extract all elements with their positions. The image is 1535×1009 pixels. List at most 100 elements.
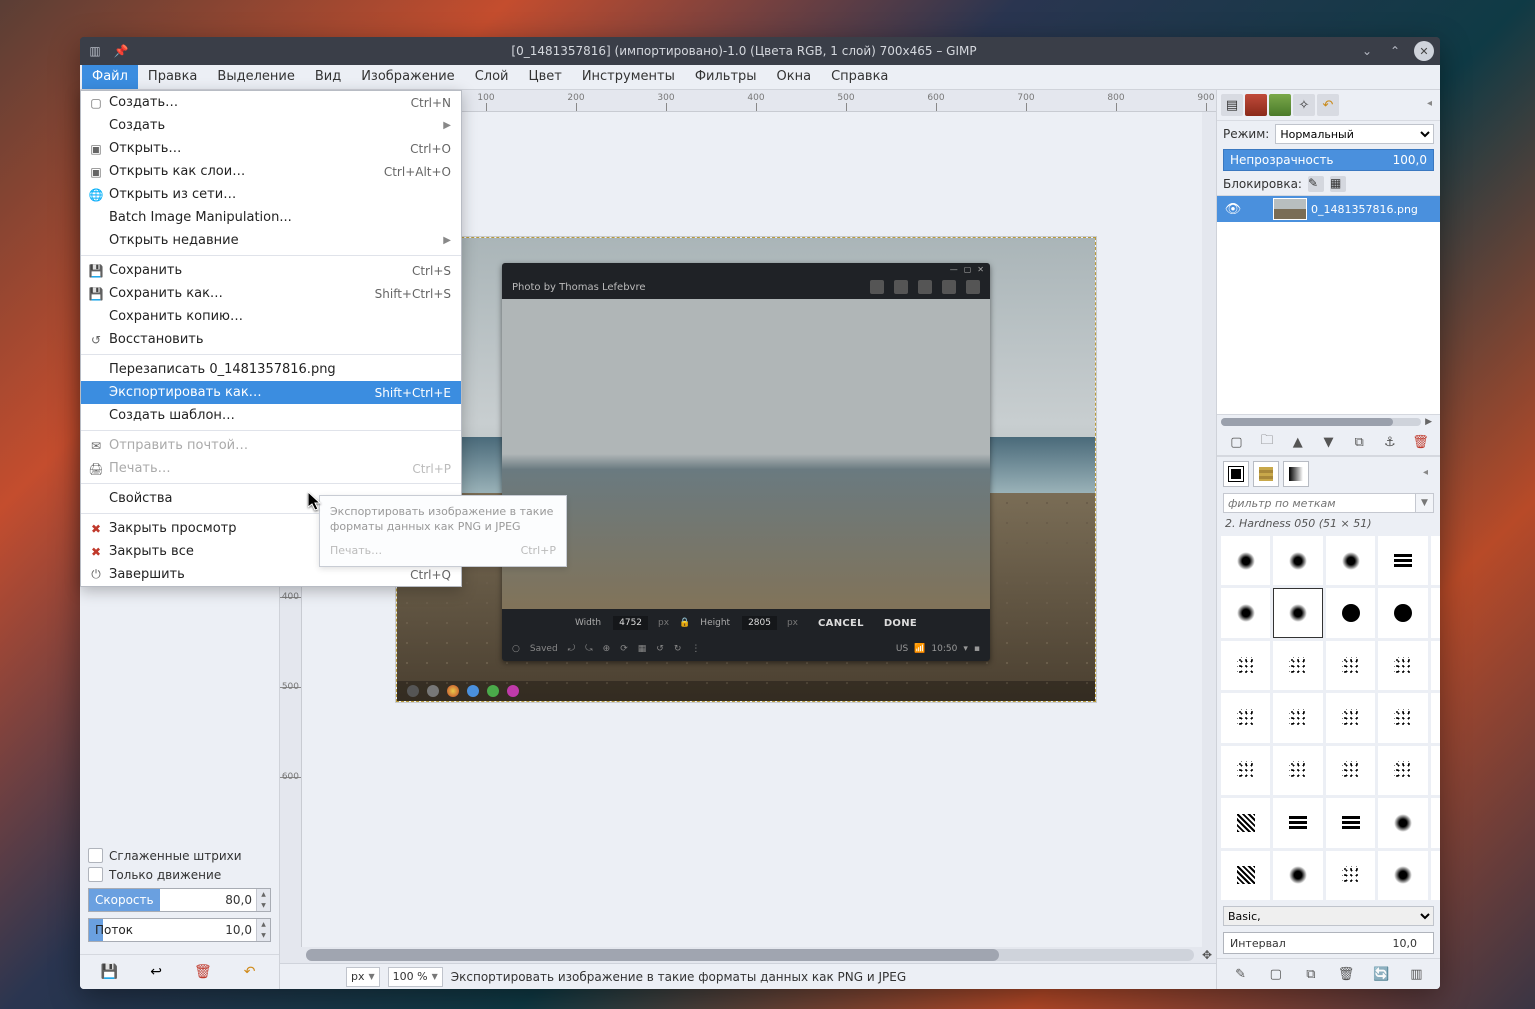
delete-preset-icon[interactable]: 🗑 (194, 963, 212, 981)
paths-tab[interactable] (1269, 94, 1291, 116)
layer-visibility-icon[interactable]: 👁 (1217, 202, 1249, 217)
brush-cell[interactable] (1273, 693, 1322, 742)
close-button[interactable]: ✕ (1414, 41, 1434, 61)
brushes-tab[interactable] (1223, 461, 1249, 487)
brush-cell[interactable] (1431, 851, 1440, 900)
brush-cell[interactable] (1326, 746, 1375, 795)
menu-окна[interactable]: Окна (767, 65, 822, 89)
menu-слой[interactable]: Слой (465, 65, 519, 89)
delete-brush-icon[interactable]: 🗑 (1337, 965, 1355, 983)
layers-tab[interactable]: ▤ (1221, 94, 1243, 116)
anchor-layer-icon[interactable]: ⚓ (1381, 433, 1399, 451)
menu-item[interactable]: Создать▶ (81, 114, 461, 137)
opacity-slider[interactable]: Непрозрачность 100,0 (1223, 149, 1434, 171)
pin-icon[interactable]: 📌 (112, 42, 130, 60)
brush-cell[interactable] (1326, 851, 1375, 900)
brush-cell[interactable] (1273, 746, 1322, 795)
brush-cell[interactable] (1273, 588, 1322, 637)
brush-cell[interactable] (1273, 798, 1322, 847)
new-brush-icon[interactable]: ▢ (1267, 965, 1285, 983)
menu-item[interactable]: ▣Открыть…Ctrl+O (81, 137, 461, 160)
brush-cell[interactable] (1273, 536, 1322, 585)
menu-item[interactable]: 💾Сохранить как…Shift+Ctrl+S (81, 282, 461, 305)
menu-item[interactable]: Сохранить копию… (81, 305, 461, 328)
brush-grid[interactable]: ★✚✚✚ (1217, 532, 1440, 904)
menu-item[interactable]: 🌐Открыть из сети… (81, 183, 461, 206)
delete-layer-icon[interactable]: 🗑 (1412, 433, 1430, 451)
brush-cell[interactable] (1326, 536, 1375, 585)
brush-cell[interactable] (1378, 536, 1427, 585)
brush-cell[interactable] (1431, 536, 1440, 585)
image[interactable]: —▢✕ Photo by Thomas Lefebvre (396, 237, 1096, 702)
menu-цвет[interactable]: Цвет (518, 65, 571, 89)
flow-field[interactable]: Поток 10,0 ▲▼ (88, 918, 271, 942)
patterns-tab[interactable] (1253, 461, 1279, 487)
brush-cell[interactable] (1431, 746, 1440, 795)
brush-cell[interactable] (1273, 851, 1322, 900)
brush-cell[interactable] (1431, 798, 1440, 847)
channels-tab[interactable] (1245, 94, 1267, 116)
save-preset-icon[interactable]: 💾 (100, 963, 118, 981)
brush-cell[interactable] (1221, 641, 1270, 690)
menu-item[interactable]: Открыть недавние▶ (81, 229, 461, 252)
duplicate-layer-icon[interactable]: ⧉ (1350, 433, 1368, 451)
brush-cell[interactable] (1326, 641, 1375, 690)
brush-cell[interactable] (1273, 641, 1322, 690)
menu-выделение[interactable]: Выделение (207, 65, 304, 89)
brush-cell[interactable] (1221, 851, 1270, 900)
brush-cell[interactable] (1378, 798, 1427, 847)
rate-field[interactable]: Скорость 80,0 ▲▼ (88, 888, 271, 912)
menu-item[interactable]: ▢Создать…Ctrl+N (81, 91, 461, 114)
undo-tab[interactable]: ↶ (1317, 94, 1339, 116)
mode-select[interactable]: Нормальный (1275, 124, 1434, 144)
brush-cell[interactable] (1431, 641, 1440, 690)
menu-item[interactable]: 💾СохранитьCtrl+S (81, 259, 461, 282)
brush-preset-select[interactable]: Basic, (1223, 906, 1434, 926)
maximize-button[interactable]: ⌃ (1386, 42, 1404, 60)
brush-cell[interactable] (1378, 588, 1427, 637)
brush-cell[interactable] (1378, 851, 1427, 900)
brush-cell[interactable] (1221, 536, 1270, 585)
lower-layer-icon[interactable]: ▼ (1319, 433, 1337, 451)
brush-cell[interactable] (1221, 693, 1270, 742)
menu-правка[interactable]: Правка (138, 65, 207, 89)
menu-инструменты[interactable]: Инструменты (572, 65, 685, 89)
brush-spacing-field[interactable]: Интервал 10,0 (1223, 932, 1434, 954)
minimize-button[interactable]: ⌄ (1358, 42, 1376, 60)
brush-cell[interactable] (1221, 588, 1270, 637)
dock-menu-icon[interactable]: ◂ (1423, 94, 1436, 116)
layer-row[interactable]: 👁 0_1481357816.png (1217, 196, 1440, 222)
menu-item[interactable]: ↺Восстановить (81, 328, 461, 351)
smooth-strokes-checkbox[interactable]: Сглаженные штрихи (88, 848, 271, 863)
brush-cell[interactable] (1378, 641, 1427, 690)
brush-filter-dropdown[interactable]: ▼ (1416, 493, 1434, 513)
layers-hscrollbar[interactable] (1221, 418, 1421, 426)
menu-item[interactable]: Batch Image Manipulation... (81, 206, 461, 229)
brush-cell[interactable] (1431, 588, 1440, 637)
brush-cell[interactable] (1326, 798, 1375, 847)
restore-preset-icon[interactable]: ↩ (147, 963, 165, 981)
brush-cell[interactable] (1431, 693, 1440, 742)
menu-файл[interactable]: Файл (82, 65, 138, 89)
brush-cell[interactable] (1221, 798, 1270, 847)
menu-вид[interactable]: Вид (305, 65, 351, 89)
menu-изображение[interactable]: Изображение (351, 65, 464, 89)
refresh-brushes-icon[interactable]: 🔄 (1372, 965, 1390, 983)
lock-pixels-icon[interactable]: ✎ (1308, 176, 1324, 192)
brush-cell[interactable] (1378, 693, 1427, 742)
menu-item[interactable]: Экспортировать как…Shift+Ctrl+E (81, 381, 461, 404)
gradients-tab[interactable] (1283, 461, 1309, 487)
open-as-image-icon[interactable]: ▥ (1407, 965, 1425, 983)
brush-cell[interactable] (1326, 693, 1375, 742)
brush-dock-menu-icon[interactable]: ◂ (1417, 461, 1434, 487)
raise-layer-icon[interactable]: ▲ (1289, 433, 1307, 451)
new-group-icon[interactable]: 🗀 (1258, 433, 1276, 451)
brush-filter-input[interactable] (1223, 493, 1416, 513)
lock-alpha-icon[interactable]: ▦ (1330, 176, 1346, 192)
menu-item[interactable]: Перезаписать 0_1481357816.png (81, 358, 461, 381)
brush-cell[interactable] (1326, 588, 1375, 637)
menu-справка[interactable]: Справка (821, 65, 898, 89)
menu-item[interactable]: ▣Открыть как слои…Ctrl+Alt+O (81, 160, 461, 183)
menu-item[interactable]: Создать шаблон… (81, 404, 461, 427)
canvas-navigator-icon[interactable]: ✥ (1198, 947, 1216, 963)
